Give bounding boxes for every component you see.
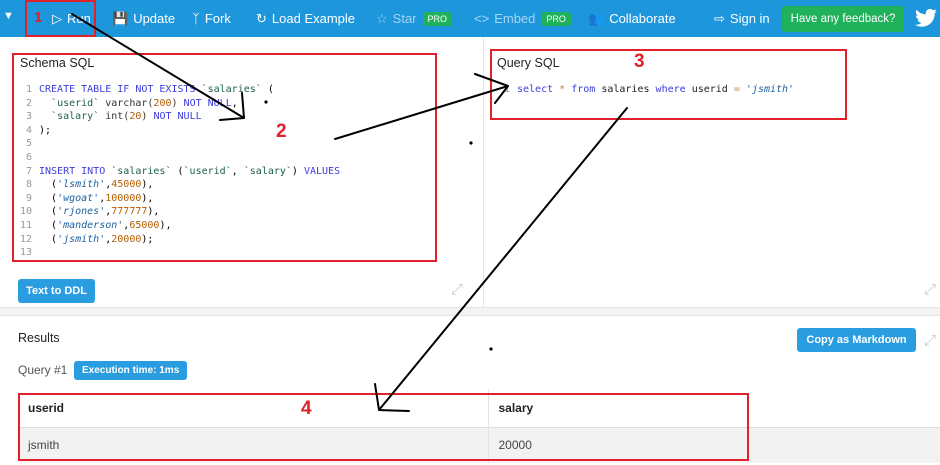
annotation-number: 4 [301, 398, 312, 419]
update-button[interactable]: 💾 Update [112, 0, 175, 37]
stray-dot [489, 347, 493, 351]
users-icon: 👥 [588, 10, 605, 26]
update-label: Update [133, 11, 176, 26]
annotation-box-query [490, 49, 847, 120]
text-to-ddl-button[interactable]: Text to DDL [18, 279, 95, 303]
sign-in-icon: ⇨ [714, 10, 725, 26]
annotation-box-schema [12, 53, 437, 262]
twitter-icon[interactable] [914, 6, 938, 30]
annotation-number: 1 [34, 9, 43, 26]
star-label: Star [392, 11, 417, 26]
query-number-label: Query #1 [18, 363, 68, 377]
code-icon: <> [474, 11, 490, 26]
fork-icon: ᛉ [192, 11, 200, 26]
save-icon: 💾 [112, 10, 129, 26]
annotation-number: 2 [276, 121, 287, 142]
star-button[interactable]: ☆ Star PRO [376, 0, 453, 37]
refresh-icon: ↻ [256, 10, 267, 26]
embed-button[interactable]: <> Embed PRO [474, 0, 571, 37]
expand-icon[interactable]: ⤢ [924, 332, 936, 349]
annotation-box-results [18, 393, 749, 461]
menu-toggle-icon[interactable]: ▼ [3, 10, 14, 22]
embed-pro-badge: PRO [541, 11, 571, 26]
collaborate-label: Collaborate [609, 11, 676, 26]
sign-in-button[interactable]: ⇨ Sign in [714, 0, 770, 37]
collaborate-button[interactable]: 👥 Collaborate [588, 0, 676, 37]
fork-label: Fork [204, 11, 231, 26]
expand-icon[interactable]: ⤢ [451, 281, 463, 298]
top-toolbar: ▼ ▷ Run 💾 Update ᛉ Fork ↻ Load Example ☆… [0, 0, 940, 37]
load-example-label: Load Example [271, 11, 356, 26]
embed-label: Embed [494, 11, 536, 26]
annotation-number: 3 [634, 51, 645, 72]
fork-button[interactable]: ᛉ Fork [192, 0, 231, 37]
feedback-button[interactable]: Have any feedback? [782, 6, 904, 32]
star-icon: ☆ [376, 10, 388, 26]
execution-time-badge: Execution time: 1ms [74, 361, 188, 380]
expand-icon[interactable]: ⤢ [924, 281, 936, 298]
load-example-button[interactable]: ↻ Load Example [256, 0, 355, 37]
pane-divider[interactable] [0, 307, 940, 316]
results-title: Results [18, 331, 60, 345]
star-pro-badge: PRO [422, 11, 453, 26]
sign-in-label: Sign in [729, 11, 770, 26]
copy-as-markdown-button[interactable]: Copy as Markdown [797, 328, 916, 352]
